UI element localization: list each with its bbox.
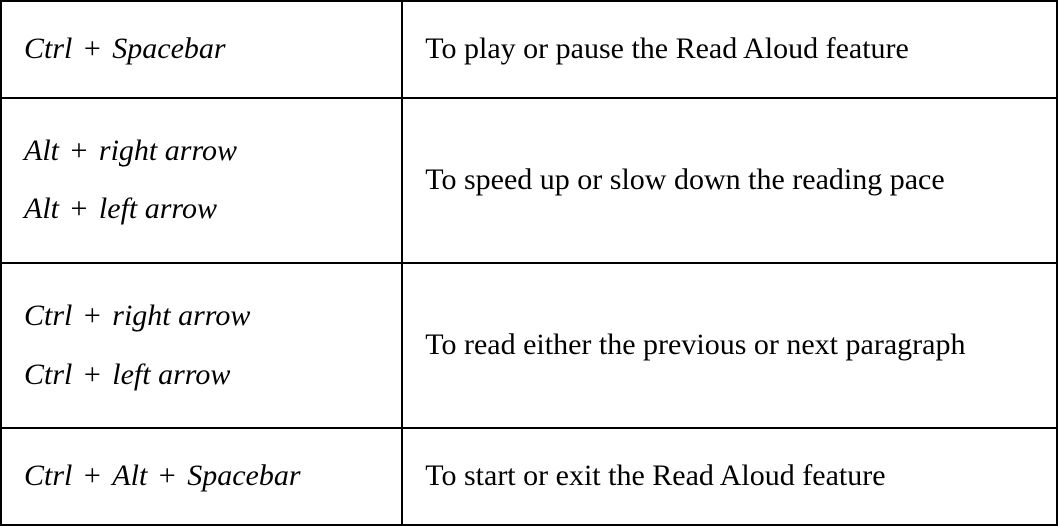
shortcut-line: Ctrl + Alt + Spacebar: [24, 456, 379, 497]
shortcut-cell: Ctrl + right arrow Ctrl + left arrow: [1, 263, 402, 428]
plus-separator: +: [159, 459, 176, 492]
shortcut-line: Ctrl + right arrow: [24, 296, 379, 337]
table-row: Ctrl + Alt + Spacebar To start or exit t…: [1, 428, 1057, 525]
key: right arrow: [99, 134, 237, 167]
key: Ctrl: [24, 32, 72, 65]
plus-separator: +: [71, 192, 88, 225]
key: Ctrl: [24, 459, 72, 492]
key: Alt: [24, 134, 59, 167]
key: right arrow: [112, 299, 250, 332]
key: Ctrl: [24, 358, 72, 391]
description-text: To play or pause the Read Aloud feature: [425, 32, 909, 65]
key: Spacebar: [187, 459, 300, 492]
shortcut-cell: Ctrl + Spacebar: [1, 1, 402, 98]
plus-separator: +: [84, 299, 101, 332]
description-cell: To read either the previous or next para…: [402, 263, 1057, 428]
key: Ctrl: [24, 299, 72, 332]
description-text: To start or exit the Read Aloud feature: [425, 459, 885, 492]
plus-separator: +: [84, 32, 101, 65]
description-cell: To start or exit the Read Aloud feature: [402, 428, 1057, 525]
table-row: Alt + right arrow Alt + left arrow To sp…: [1, 98, 1057, 263]
key: left arrow: [99, 192, 217, 225]
description-cell: To play or pause the Read Aloud feature: [402, 1, 1057, 98]
shortcut-line: Alt + right arrow: [24, 131, 379, 172]
key: Spacebar: [112, 32, 225, 65]
shortcut-line: Alt + left arrow: [24, 189, 379, 230]
plus-separator: +: [84, 358, 101, 391]
shortcut-line: Ctrl + Spacebar: [24, 29, 379, 70]
description-text: To read either the previous or next para…: [425, 328, 965, 361]
description-cell: To speed up or slow down the reading pac…: [402, 98, 1057, 263]
shortcut-line: Ctrl + left arrow: [24, 355, 379, 396]
plus-separator: +: [71, 134, 88, 167]
shortcut-cell: Ctrl + Alt + Spacebar: [1, 428, 402, 525]
plus-separator: +: [84, 459, 101, 492]
shortcut-table: Ctrl + Spacebar To play or pause the Rea…: [0, 0, 1058, 526]
shortcut-cell: Alt + right arrow Alt + left arrow: [1, 98, 402, 263]
key: Alt: [112, 459, 147, 492]
key: left arrow: [112, 358, 230, 391]
key: Alt: [24, 192, 59, 225]
table-row: Ctrl + right arrow Ctrl + left arrow To …: [1, 263, 1057, 428]
table-row: Ctrl + Spacebar To play or pause the Rea…: [1, 1, 1057, 98]
description-text: To speed up or slow down the reading pac…: [425, 163, 944, 196]
